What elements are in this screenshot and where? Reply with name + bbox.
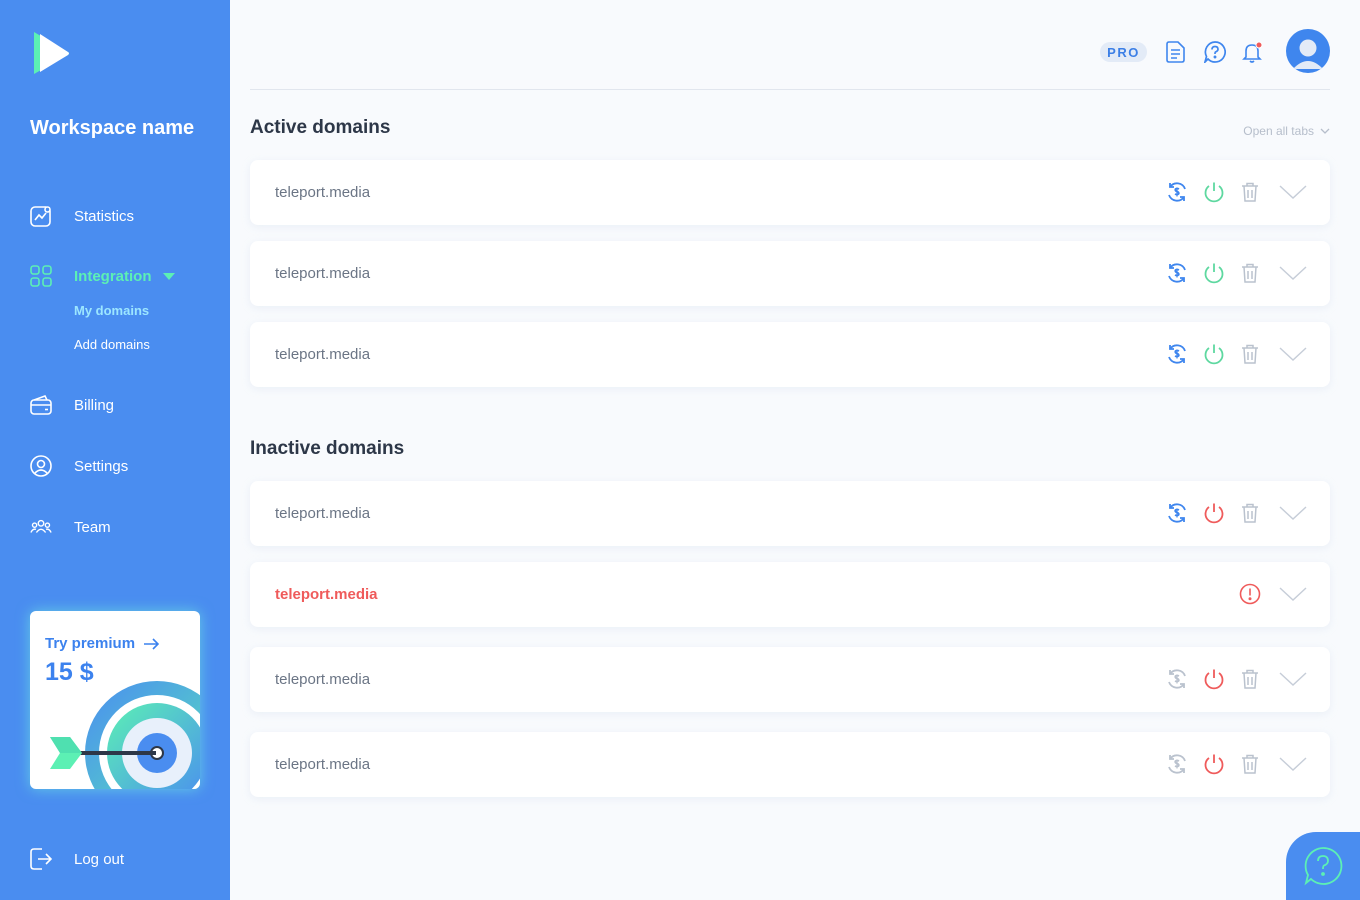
domain-name[interactable]: teleport.media [275,562,378,627]
subnav-my-domains[interactable]: My domains [74,303,149,318]
chevron-down-icon[interactable] [1279,181,1307,203]
chevron-down-icon[interactable] [1279,502,1307,524]
domain-row[interactable]: teleport.media [250,241,1330,306]
pro-plan-badge: PRO [1100,42,1147,62]
domain-name[interactable]: teleport.media [275,481,370,546]
trash-icon[interactable] [1239,181,1261,203]
nav-billing-label: Billing [74,396,115,414]
target-arrow-illustration-icon [50,681,200,789]
domain-name[interactable]: teleport.media [275,160,370,225]
team-icon [30,516,52,538]
domain-row[interactable]: teleport.media [250,160,1330,225]
workspace-name[interactable]: Workspace name [30,115,200,141]
chevron-down-icon[interactable] [1279,753,1307,775]
domain-name[interactable]: teleport.media [275,322,370,387]
try-premium-title: Try premium [45,635,160,652]
domain-row[interactable]: teleport.media [250,481,1330,546]
chevron-down-icon[interactable] [1279,668,1307,690]
nav-team[interactable]: Team [30,515,111,539]
nav-settings-label: Settings [74,457,129,475]
domain-name[interactable]: teleport.media [275,241,370,306]
nav-integration[interactable]: Integration [30,264,175,288]
caret-down-icon [163,273,175,280]
power-toggle-icon[interactable] [1203,502,1225,524]
help-chat-icon [1304,847,1343,886]
user-avatar[interactable] [1286,29,1330,73]
trash-icon[interactable] [1239,668,1261,690]
power-toggle-icon[interactable] [1203,343,1225,365]
chevron-down-icon[interactable] [1279,583,1307,605]
domain-row[interactable]: teleport.media [250,562,1330,627]
domain-name[interactable]: teleport.media [275,732,370,797]
chevron-down-icon [1320,128,1330,134]
try-premium-card[interactable]: Try premium 15 $ [30,611,200,789]
monetize-sync-icon[interactable] [1166,753,1188,775]
help-icon[interactable] [1204,41,1226,63]
power-toggle-icon[interactable] [1203,181,1225,203]
monetize-sync-icon[interactable] [1166,668,1188,690]
subnav-add-domains[interactable]: Add domains [74,337,150,352]
logout-icon [30,848,52,870]
integration-grid-icon [30,265,52,287]
domain-row[interactable]: teleport.media [250,732,1330,797]
document-icon[interactable] [1165,41,1187,63]
try-premium-label: Try premium [45,635,136,652]
nav-logout[interactable]: Log out [30,847,124,871]
notification-bell-icon[interactable] [1242,41,1264,63]
chevron-down-icon[interactable] [1279,343,1307,365]
trash-icon[interactable] [1239,262,1261,284]
app-logo-icon[interactable] [30,30,70,76]
user-circle-icon [30,455,52,477]
trash-icon[interactable] [1239,343,1261,365]
trash-icon[interactable] [1239,502,1261,524]
nav-settings[interactable]: Settings [30,454,128,478]
avatar-silhouette-icon [1293,39,1323,69]
statistics-icon [30,205,52,227]
power-toggle-icon[interactable] [1203,753,1225,775]
alert-icon[interactable] [1239,583,1261,605]
open-all-tabs-button[interactable]: Open all tabs [1243,124,1330,138]
top-bar: PRO [250,0,1330,90]
open-all-tabs-label: Open all tabs [1243,124,1314,138]
sidebar: Workspace name Statistics Integration My… [0,0,230,900]
trash-icon[interactable] [1239,753,1261,775]
domain-name[interactable]: teleport.media [275,647,370,712]
nav-logout-label: Log out [74,850,125,868]
monetize-sync-icon[interactable] [1166,502,1188,524]
monetize-sync-icon[interactable] [1166,343,1188,365]
nav-integration-label: Integration [74,267,152,285]
domain-row[interactable]: teleport.media [250,322,1330,387]
power-toggle-icon[interactable] [1203,262,1225,284]
billing-card-icon [30,394,52,416]
nav-statistics-label: Statistics [74,207,135,225]
chevron-down-icon[interactable] [1279,262,1307,284]
active-domains-title: Active domains [250,117,391,138]
arrow-right-icon [144,637,160,650]
nav-statistics[interactable]: Statistics [30,204,134,228]
domain-row[interactable]: teleport.media [250,647,1330,712]
monetize-sync-icon[interactable] [1166,181,1188,203]
nav-team-label: Team [74,518,111,536]
power-toggle-icon[interactable] [1203,668,1225,690]
nav-billing[interactable]: Billing [30,393,114,417]
inactive-domains-title: Inactive domains [250,438,405,459]
help-chat-button[interactable] [1286,832,1360,900]
monetize-sync-icon[interactable] [1166,262,1188,284]
